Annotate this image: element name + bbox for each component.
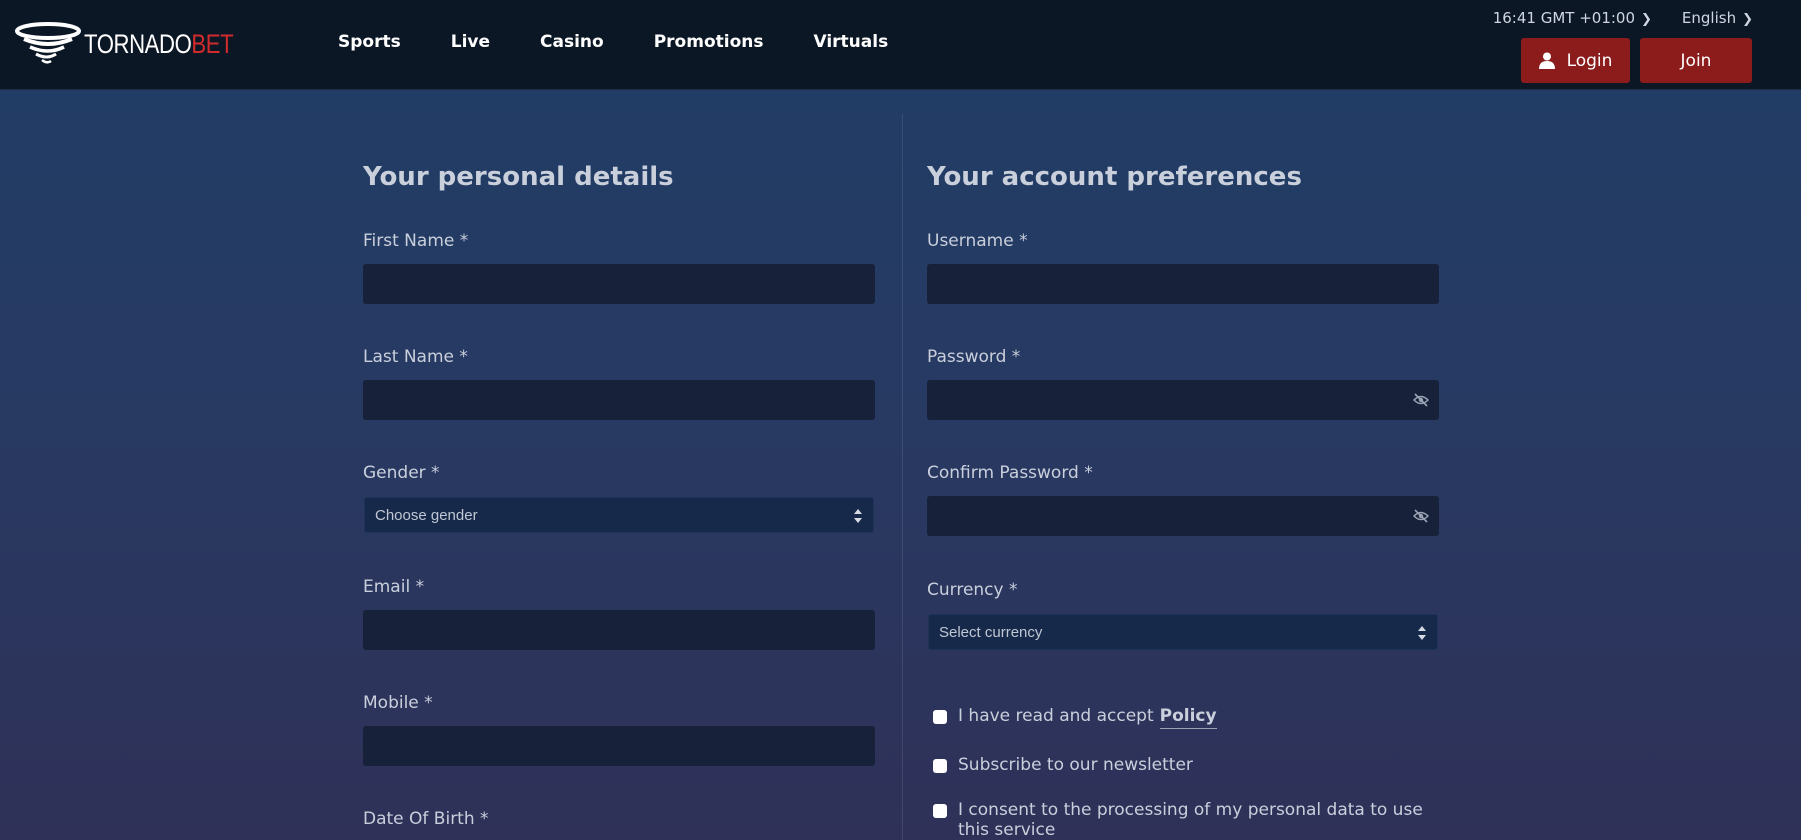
column-divider [902, 114, 903, 840]
last-name-label: Last Name * [363, 347, 468, 367]
logo-text-bet: BET [191, 28, 234, 59]
consent-check-row: I consent to the processing of my person… [933, 800, 1448, 840]
password-label: Password * [927, 347, 1021, 367]
select-arrows-icon [854, 509, 862, 523]
login-button[interactable]: Login [1521, 38, 1630, 83]
time-display[interactable]: 16:41 GMT +01:00 ❯ [1493, 9, 1652, 27]
confirm-password-label: Confirm Password * [927, 463, 1093, 483]
password-input[interactable] [927, 380, 1439, 420]
policy-link[interactable]: Policy [1159, 706, 1217, 729]
newsletter-text: Subscribe to our newsletter [958, 755, 1193, 775]
confirm-password-input[interactable] [927, 496, 1439, 536]
eye-slash-icon[interactable] [1413, 392, 1429, 408]
chevron-right-icon: ❯ [1742, 12, 1753, 27]
main-nav: Sports Live Casino Promotions Virtuals [338, 28, 938, 56]
language-selector[interactable]: English ❯ [1682, 9, 1753, 27]
account-preferences-title: Your account preferences [927, 162, 1302, 192]
eye-slash-icon[interactable] [1413, 508, 1429, 524]
email-label: Email * [363, 577, 425, 597]
language-text: English [1681, 9, 1737, 27]
gender-select-value: Choose gender [375, 506, 478, 524]
user-icon [1538, 52, 1555, 69]
logo-text: TORNADOBET [84, 28, 234, 60]
first-name-input[interactable] [363, 264, 875, 304]
currency-select-value: Select currency [939, 623, 1043, 641]
policy-text: I have read and accept [958, 706, 1154, 726]
currency-select[interactable]: Select currency [928, 614, 1438, 650]
gender-label: Gender * [363, 463, 440, 483]
username-label: Username * [927, 231, 1028, 251]
mobile-label: Mobile * [363, 693, 433, 713]
currency-label: Currency * [927, 580, 1018, 600]
nav-item-sports[interactable]: Sports [338, 32, 401, 52]
gender-select[interactable]: Choose gender [364, 497, 874, 533]
tornado-logo-icon [15, 22, 81, 64]
policy-check-row: I have read and accept Policy [933, 706, 1217, 729]
chevron-right-icon: ❯ [1641, 12, 1652, 27]
last-name-input[interactable] [363, 380, 875, 420]
tornadobet-logo[interactable]: TORNADOBET [14, 22, 266, 66]
personal-details-title: Your personal details [363, 162, 674, 192]
top-header: TORNADOBET Sports Live Casino Promotions… [0, 0, 1801, 90]
select-arrows-icon [1418, 626, 1426, 640]
username-input[interactable] [927, 264, 1439, 304]
nav-item-casino[interactable]: Casino [540, 32, 604, 52]
newsletter-check-row: Subscribe to our newsletter [933, 755, 1193, 775]
time-text: 16:41 GMT +01:00 [1492, 9, 1636, 27]
join-button[interactable]: Join [1640, 38, 1752, 83]
login-label: Login [1566, 50, 1613, 71]
nav-item-promotions[interactable]: Promotions [654, 32, 764, 52]
mobile-input[interactable] [363, 726, 875, 766]
newsletter-checkbox[interactable] [933, 759, 947, 773]
date-of-birth-label: Date Of Birth * [363, 809, 489, 829]
logo-text-tornado: TORNADO [84, 28, 192, 59]
nav-item-virtuals[interactable]: Virtuals [813, 32, 888, 52]
consent-checkbox[interactable] [933, 804, 947, 818]
consent-text: I consent to the processing of my person… [958, 800, 1423, 840]
nav-item-live[interactable]: Live [451, 32, 490, 52]
policy-checkbox[interactable] [933, 710, 947, 724]
email-input[interactable] [363, 610, 875, 650]
first-name-label: First Name * [363, 231, 469, 251]
header-utilities: 16:41 GMT +01:00 ❯ English ❯ [1493, 9, 1753, 27]
join-label: Join [1680, 50, 1712, 71]
